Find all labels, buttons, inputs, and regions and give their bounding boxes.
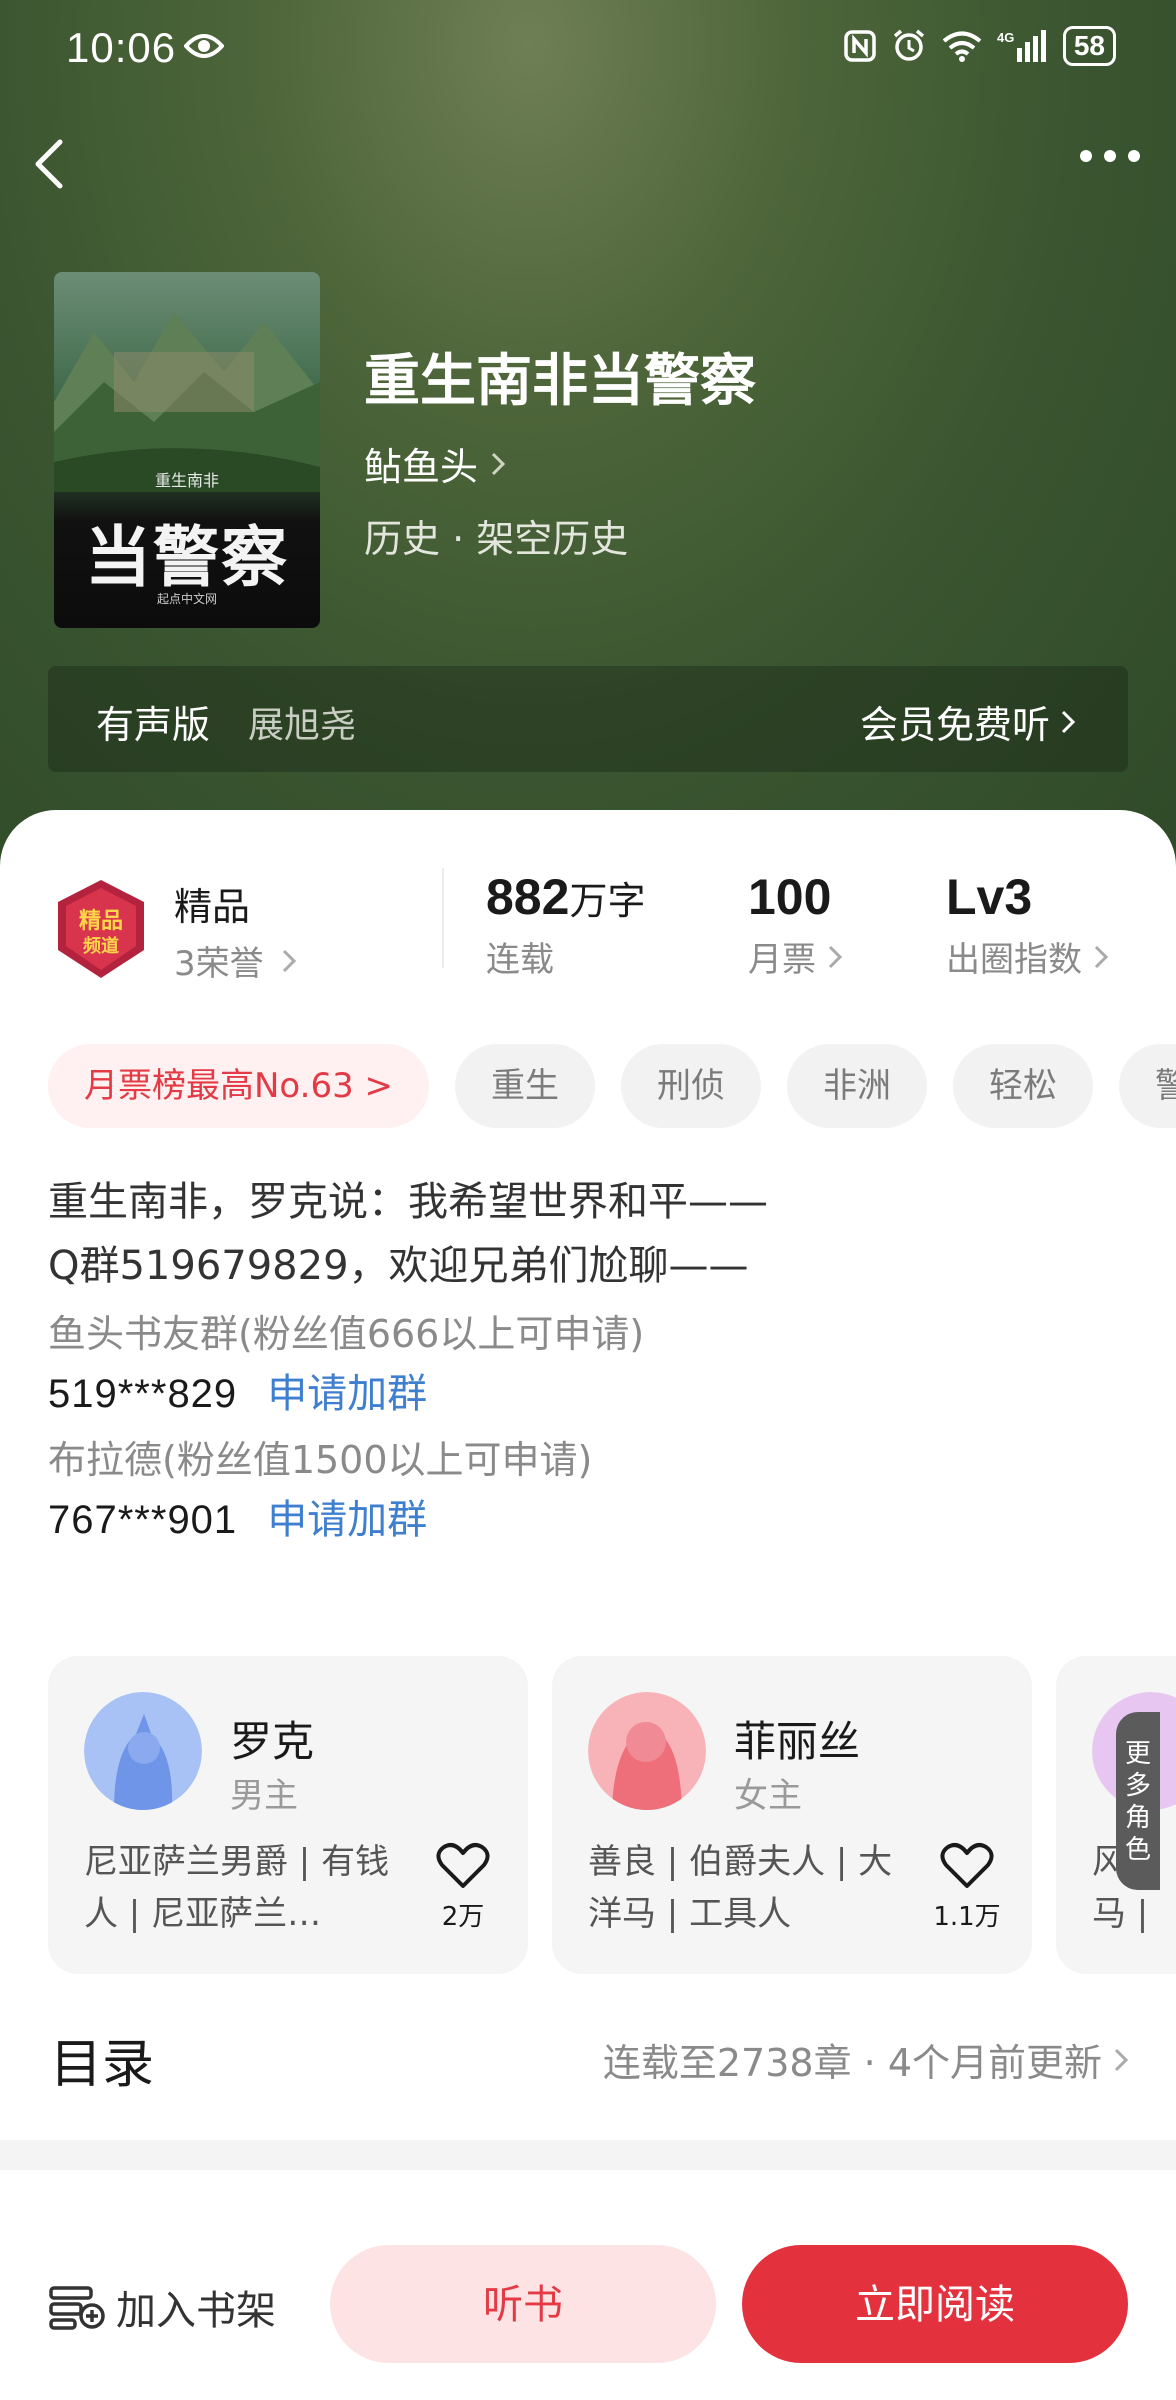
tag-item[interactable]: 刑侦 [621, 1044, 762, 1128]
bookshelf-add-icon [49, 2286, 105, 2330]
fan-group-name: 鱼头书友群(粉丝值666以上可申请) [48, 1312, 645, 1356]
honors-link[interactable]: 3荣誉 [174, 936, 296, 985]
book-genre: 历史 · 架空历史 [364, 517, 629, 561]
author-name: 鲇鱼头 [364, 445, 479, 489]
stat-label: 月票 [748, 940, 816, 980]
mountain-illustration [54, 312, 320, 492]
character-name: 罗克 [230, 1717, 315, 1766]
audio-narrator: 展旭尧 [248, 705, 357, 746]
add-to-shelf-button[interactable]: 加入书架 [48, 2278, 276, 2336]
author-link[interactable]: 鲇鱼头 [364, 436, 506, 491]
tag-item[interactable]: 非洲 [787, 1044, 928, 1128]
like-count: 2万 [441, 1902, 485, 1932]
join-group-link[interactable]: 申请加群 [267, 1490, 427, 1550]
svg-text:频道: 频道 [83, 935, 119, 957]
book-cover[interactable]: 重生南非 当警察 起点中文网 [54, 272, 320, 628]
character-avatar [84, 1692, 202, 1810]
back-button[interactable] [30, 138, 70, 190]
listen-button[interactable]: 听书 [330, 2245, 716, 2363]
character-traits: 尼亚萨兰男爵 | 有钱人 | 尼亚萨兰… [84, 1842, 390, 1934]
signal-icon: 4G [997, 30, 1046, 62]
character-role: 女主 [734, 1776, 802, 1816]
more-options-button[interactable] [1080, 150, 1140, 162]
cover-subtitle: 重生南非 [154, 471, 219, 490]
quality-badge-icon: 精品 频道 [58, 880, 144, 978]
tag-item[interactable]: 轻松 [953, 1044, 1094, 1128]
intro-line: Q群519679829，欢迎兄弟们尬聊—— [48, 1243, 749, 1289]
free-listen-link[interactable]: 会员免费听 [860, 694, 1076, 749]
toc-link[interactable]: 连载至2738章 · 4个月前更新 [603, 2032, 1128, 2087]
eye-icon [184, 34, 224, 58]
toc-info: 连载至2738章 · 4个月前更新 [602, 2041, 1102, 2085]
system-icons: 4G 58 [843, 26, 1116, 66]
cover-title: 当警察 [85, 518, 289, 596]
intro-line: 重生南非，罗克说：我希望世界和平—— [48, 1179, 768, 1225]
chevron-right-icon [1094, 945, 1108, 968]
stat-unit: 万字 [569, 879, 646, 923]
wifi-icon [942, 31, 982, 62]
chevron-right-icon [491, 452, 506, 475]
battery-indicator: 58 [1062, 26, 1116, 66]
character-role: 男主 [230, 1776, 298, 1816]
like-button[interactable]: 1.1万 [932, 1842, 1002, 1933]
stat-label: 出圈指数 [946, 940, 1082, 980]
stats-divider [442, 868, 444, 968]
fan-group-name: 布拉德(粉丝值1500以上可申请) [48, 1438, 593, 1482]
fan-group-row: 519***829 申请加群 [48, 1364, 1128, 1424]
stat-monthly-votes[interactable]: 100 月票 [748, 868, 842, 981]
character-traits: 善良 | 伯爵夫人 | 大洋马 | 工具人 [588, 1842, 893, 1934]
honors-count: 3荣誉 [174, 944, 264, 984]
free-listen-label: 会员免费听 [859, 703, 1050, 747]
alarm-icon [893, 29, 924, 61]
more-roles-button[interactable]: 更多角色 [1116, 1712, 1160, 1890]
audio-label: 有声版 [96, 703, 211, 747]
fan-group-row: 767***901 申请加群 [48, 1490, 1128, 1550]
read-now-button[interactable]: 立即阅读 [742, 2245, 1128, 2363]
fan-group-number: 767***901 [48, 1498, 238, 1542]
status-time: 10:06 [66, 24, 177, 71]
heart-icon [436, 1843, 490, 1888]
stat-value: 882 [486, 869, 570, 925]
fan-group-number: 519***829 [48, 1372, 238, 1416]
like-count: 1.1万 [933, 1902, 1001, 1932]
character-cards: 罗克 男主 尼亚萨兰男爵 | 有钱人 | 尼亚萨兰… 2万 菲丽丝 女主 善良 … [48, 1656, 1176, 1976]
character-avatar [588, 1692, 706, 1810]
section-separator [0, 2140, 1176, 2170]
stat-value: 100 [748, 869, 832, 925]
character-card[interactable]: 菲丽丝 女主 善良 | 伯爵夫人 | 大洋马 | 工具人 1.1万 [552, 1656, 1032, 1974]
join-group-link[interactable]: 申请加群 [267, 1364, 427, 1424]
nfc-icon [844, 30, 876, 62]
stat-label: 连载 [486, 940, 554, 980]
cover-publisher: 起点中文网 [156, 592, 217, 606]
quality-name: 精品 [174, 885, 251, 929]
book-title: 重生南非当警察 [364, 349, 756, 414]
chevron-right-icon [828, 945, 842, 968]
toc-title: 目录 [50, 2035, 155, 2095]
heart-icon [940, 1843, 994, 1888]
svg-text:4G: 4G [997, 30, 1014, 45]
book-description[interactable]: 重生南非，罗克说：我希望世界和平—— Q群519679829，欢迎兄弟们尬聊——… [48, 1170, 1128, 1550]
svg-text:精品: 精品 [79, 908, 123, 934]
character-name: 菲丽丝 [734, 1717, 861, 1766]
stat-value: Lv3 [946, 869, 1033, 925]
status-bar: 10:06 4G 58 [0, 0, 1176, 100]
tag-list: 月票榜最高No.63 > 重生 刑侦 非洲 轻松 警 [48, 1044, 1176, 1128]
tag-item[interactable]: 警 [1119, 1044, 1176, 1128]
chevron-right-icon [1114, 2048, 1128, 2071]
like-button[interactable]: 2万 [428, 1842, 498, 1933]
chevron-right-icon [1061, 710, 1076, 733]
tag-monthly-rank[interactable]: 月票榜最高No.63 > [48, 1044, 430, 1128]
chevron-right-icon [282, 949, 296, 972]
character-card[interactable]: 罗克 男主 尼亚萨兰男爵 | 有钱人 | 尼亚萨兰… 2万 [48, 1656, 528, 1974]
add-to-shelf-label: 加入书架 [116, 2288, 276, 2334]
stat-breakout-index[interactable]: Lv3 出圈指数 [946, 868, 1108, 981]
audio-version-bar[interactable]: 有声版 展旭尧 会员免费听 [48, 666, 1128, 772]
tag-item[interactable]: 重生 [455, 1044, 596, 1128]
stat-word-count: 882万字 连载 [486, 868, 645, 981]
